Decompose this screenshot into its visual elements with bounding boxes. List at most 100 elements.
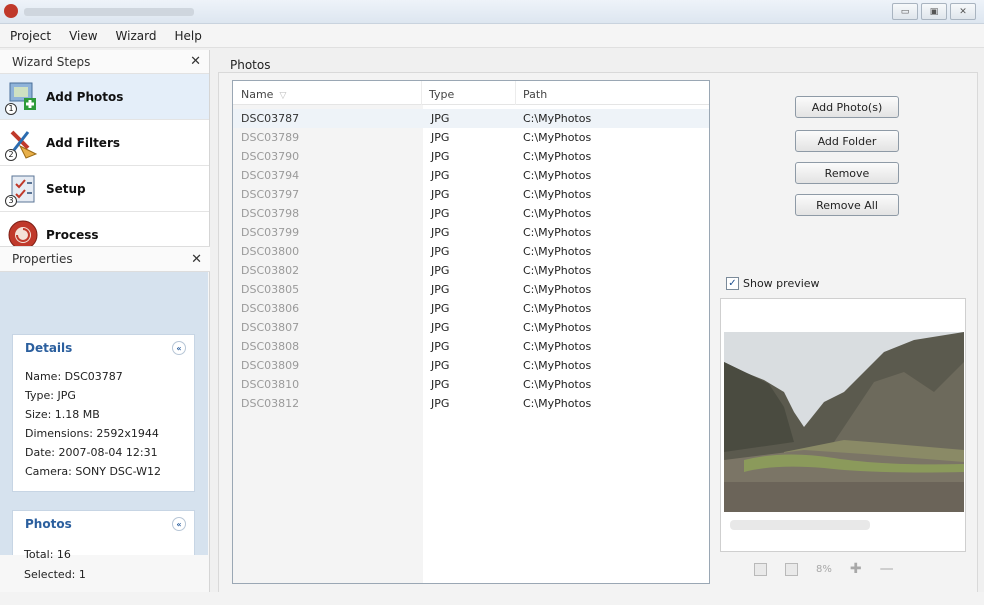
column-header-type[interactable]: Type (429, 88, 454, 101)
wizard-steps-title: Wizard Steps (12, 54, 91, 69)
add-photos-button[interactable]: Add Photo(s) (795, 96, 899, 118)
table-row[interactable]: DSC03799 JPG C:\MyPhotos (233, 223, 709, 242)
details-title: Details (25, 341, 73, 355)
table-row[interactable]: DSC03794 JPG C:\MyPhotos (233, 166, 709, 185)
show-preview-checkbox[interactable]: ✓ (726, 277, 739, 290)
step-add-photos[interactable]: 1 Add Photos (0, 74, 209, 120)
cell-path: C:\MyPhotos (523, 207, 592, 220)
table-row[interactable]: DSC03807 JPG C:\MyPhotos (233, 318, 709, 337)
preview-toolbar: 8% ✚ — (754, 561, 894, 577)
cell-name: DSC03810 (241, 378, 300, 391)
cell-name: DSC03812 (241, 397, 300, 410)
actual-size-icon[interactable] (785, 562, 798, 576)
remove-button[interactable]: Remove (795, 162, 899, 184)
photos-summary-header[interactable]: Photos « (13, 511, 194, 537)
cell-path: C:\MyPhotos (523, 321, 592, 334)
table-row[interactable]: DSC03806 JPG C:\MyPhotos (233, 299, 709, 318)
cell-path: C:\MyPhotos (523, 150, 592, 163)
table-row[interactable]: DSC03800 JPG C:\MyPhotos (233, 242, 709, 261)
zoom-out-icon[interactable]: — (880, 561, 894, 577)
cell-type: JPG (431, 112, 450, 125)
setup-icon: 3 (5, 172, 40, 207)
show-preview-toggle[interactable]: ✓ Show preview (726, 277, 820, 290)
cell-type: JPG (431, 302, 450, 315)
table-row[interactable]: DSC03798 JPG C:\MyPhotos (233, 204, 709, 223)
details-card-header[interactable]: Details « (13, 335, 194, 361)
add-filters-icon: 2 (5, 126, 40, 161)
column-header-path[interactable]: Path (523, 88, 547, 101)
menu-help[interactable]: Help (174, 29, 201, 43)
window-controls: ▭ ▣ ✕ (892, 3, 976, 20)
cell-type: JPG (431, 226, 450, 239)
photos-summary-title: Photos (25, 517, 72, 531)
step-number: 3 (5, 194, 17, 207)
menu-bar: Project View Wizard Help (0, 24, 984, 48)
step-add-filters[interactable]: 2 Add Filters (0, 120, 209, 166)
fit-window-icon[interactable] (754, 562, 767, 576)
cell-name: DSC03798 (241, 207, 300, 220)
table-row[interactable]: DSC03810 JPG C:\MyPhotos (233, 375, 709, 394)
cell-name: DSC03806 (241, 302, 300, 315)
cell-path: C:\MyPhotos (523, 188, 592, 201)
preview-image (724, 332, 964, 512)
add-folder-button[interactable]: Add Folder (795, 130, 899, 152)
details-card: Details « Name: DSC03787 Type: JPG Size:… (12, 334, 195, 492)
table-row[interactable]: DSC03790 JPG C:\MyPhotos (233, 147, 709, 166)
cell-type: JPG (431, 150, 450, 163)
table-row[interactable]: DSC03809 JPG C:\MyPhotos (233, 356, 709, 375)
cell-path: C:\MyPhotos (523, 302, 592, 315)
cell-type: JPG (431, 378, 450, 391)
column-separator[interactable] (515, 81, 516, 105)
window-title-redacted (24, 8, 194, 16)
table-row[interactable]: DSC03805 JPG C:\MyPhotos (233, 280, 709, 299)
cell-name: DSC03789 (241, 131, 300, 144)
table-row[interactable]: DSC03789 JPG C:\MyPhotos (233, 128, 709, 147)
maximize-button[interactable]: ▣ (921, 3, 947, 20)
step-number: 1 (5, 102, 17, 115)
column-header-name-label: Name (241, 88, 274, 101)
table-row[interactable]: DSC03797 JPG C:\MyPhotos (233, 185, 709, 204)
table-row[interactable]: DSC03802 JPG C:\MyPhotos (233, 261, 709, 280)
photos-total: Total: 16 (24, 548, 71, 561)
menu-project[interactable]: Project (10, 29, 51, 43)
minimize-button[interactable]: ▭ (892, 3, 918, 20)
cell-path: C:\MyPhotos (523, 340, 592, 353)
cell-path: C:\MyPhotos (523, 359, 592, 372)
close-window-button[interactable]: ✕ (950, 3, 976, 20)
properties-header: Properties ✕ (0, 246, 210, 272)
menu-wizard[interactable]: Wizard (116, 29, 157, 43)
cell-type: JPG (431, 321, 450, 334)
table-row[interactable]: DSC03787 JPG C:\MyPhotos (233, 109, 709, 128)
collapse-icon[interactable]: « (172, 517, 186, 531)
collapse-icon[interactable]: « (172, 341, 186, 355)
cell-path: C:\MyPhotos (523, 169, 592, 182)
table-row[interactable]: DSC03812 JPG C:\MyPhotos (233, 394, 709, 413)
cell-path: C:\MyPhotos (523, 283, 592, 296)
remove-all-button[interactable]: Remove All (795, 194, 899, 216)
menu-view[interactable]: View (69, 29, 97, 43)
app-icon (4, 4, 18, 18)
title-bar: ▭ ▣ ✕ (0, 0, 984, 24)
step-setup[interactable]: 3 Setup (0, 166, 209, 212)
zoom-in-icon[interactable]: ✚ (850, 561, 862, 577)
photos-selected: Selected: 1 (24, 568, 86, 581)
cell-path: C:\MyPhotos (523, 378, 592, 391)
list-header: Name ▽ Type Path (233, 81, 709, 105)
cell-type: JPG (431, 131, 450, 144)
photo-list[interactable]: Name ▽ Type Path DSC03787 JPG C:\MyPhotos DS… (232, 80, 710, 584)
add-photos-icon: 1 (5, 80, 40, 115)
cell-type: JPG (431, 397, 450, 410)
cell-type: JPG (431, 264, 450, 277)
wizard-steps-close-icon[interactable]: ✕ (190, 54, 201, 69)
properties-close-icon[interactable]: ✕ (191, 252, 202, 267)
zoom-level: 8% (816, 563, 832, 575)
status-bar (0, 592, 984, 605)
step-label: Setup (46, 181, 86, 196)
table-row[interactable]: DSC03808 JPG C:\MyPhotos (233, 337, 709, 356)
cell-path: C:\MyPhotos (523, 226, 592, 239)
cell-name: DSC03802 (241, 264, 300, 277)
preview-caption (730, 520, 870, 530)
column-header-name[interactable]: Name ▽ (241, 88, 286, 101)
column-separator[interactable] (421, 81, 422, 105)
cell-name: DSC03807 (241, 321, 300, 334)
